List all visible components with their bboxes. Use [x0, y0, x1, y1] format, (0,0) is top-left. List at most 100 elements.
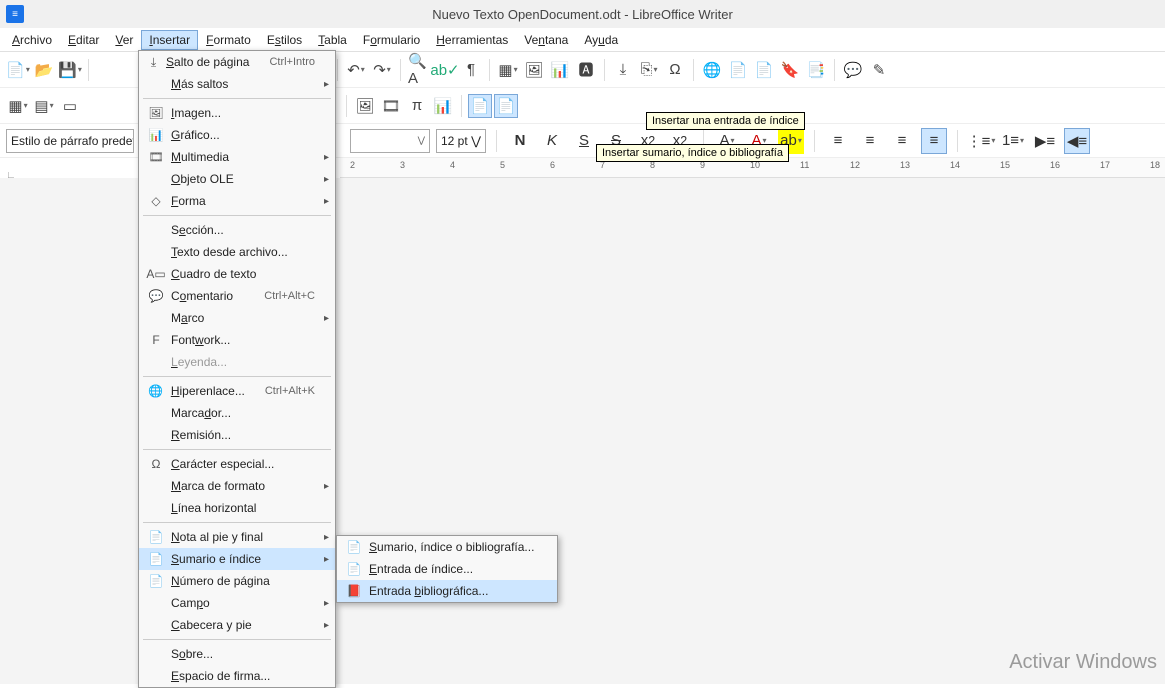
toc-submenu-item-1[interactable]: 📄Entrada de índice...: [337, 558, 557, 580]
insert-menu-item-0[interactable]: ⤓Salto de páginaCtrl+Intro: [139, 51, 335, 73]
insert-menu-item-5[interactable]: 🎞Multimedia: [139, 146, 335, 168]
menu-label: Marcador...: [171, 406, 315, 420]
align-left-button[interactable]: ≡: [825, 128, 851, 154]
menu-insertar[interactable]: Insertar: [141, 30, 198, 50]
decrease-indent-button[interactable]: ◀≡: [1064, 128, 1090, 154]
menu-accel: Ctrl+Intro: [269, 56, 315, 68]
insert-menu-item-12[interactable]: 💬ComentarioCtrl+Alt+C: [139, 285, 335, 307]
page-break-button[interactable]: ⤓: [611, 58, 635, 82]
insert-menu-item-14[interactable]: FFontwork...: [139, 329, 335, 351]
blank-icon: [145, 76, 167, 92]
menu-tabla[interactable]: Tabla: [310, 30, 355, 50]
page-break-icon: ⤓: [145, 54, 162, 70]
media-button[interactable]: 🎞: [379, 94, 403, 118]
section-button[interactable]: ▤: [32, 94, 56, 118]
shape-icon: ◇: [145, 193, 167, 209]
menu-ver[interactable]: Ver: [107, 30, 141, 50]
redo-button[interactable]: ↷: [370, 58, 394, 82]
underline-button[interactable]: S: [571, 128, 597, 154]
menu-editar[interactable]: Editar: [60, 30, 107, 50]
insert-menu-item-11[interactable]: A▭Cuadro de texto: [139, 263, 335, 285]
insert-menu-item-21[interactable]: ΩCarácter especial...: [139, 453, 335, 475]
toc-button[interactable]: 📄: [494, 94, 518, 118]
cross-ref-button[interactable]: 📑: [804, 58, 828, 82]
insert-menu-item-15: Leyenda...: [139, 351, 335, 373]
align-right-button[interactable]: ≡: [889, 128, 915, 154]
menu-label: Comentario: [171, 289, 244, 303]
font-name-select[interactable]: ⋁: [350, 129, 430, 153]
special-char-button[interactable]: Ω: [663, 58, 687, 82]
table-button[interactable]: ▦: [496, 58, 520, 82]
toc-icon: 📄: [145, 551, 167, 567]
track-changes-button[interactable]: ✎: [867, 58, 891, 82]
pilcrow-button[interactable]: ¶: [459, 58, 483, 82]
insert-menu-item-9[interactable]: Sección...: [139, 219, 335, 241]
insert-menu-item-28[interactable]: Campo: [139, 592, 335, 614]
menu-ventana[interactable]: Ventana: [516, 30, 576, 50]
menu-label: Número de página: [171, 574, 315, 588]
insert-menu-item-10[interactable]: Texto desde archivo...: [139, 241, 335, 263]
menu-archivo[interactable]: Archivo: [4, 30, 60, 50]
spellcheck-button[interactable]: ab✓: [433, 58, 457, 82]
insert-menu-item-17[interactable]: 🌐Hiperenlace...Ctrl+Alt+K: [139, 380, 335, 402]
insert-menu-item-1[interactable]: Más saltos: [139, 73, 335, 95]
menu-estilos[interactable]: Estilos: [259, 30, 310, 50]
insert-menu-item-27[interactable]: 📄Número de página: [139, 570, 335, 592]
menu-formato[interactable]: Formato: [198, 30, 259, 50]
open-button[interactable]: 📂: [32, 58, 56, 82]
menu-ayuda[interactable]: Ayuda: [576, 30, 626, 50]
bookmark-button[interactable]: 🔖: [778, 58, 802, 82]
insert-menu-item-31[interactable]: Sobre...: [139, 643, 335, 665]
toc-submenu-item-0[interactable]: 📄Sumario, índice o bibliografía...: [337, 536, 557, 558]
menu-label: Entrada de índice...: [369, 562, 537, 576]
undo-button[interactable]: ↶: [344, 58, 368, 82]
menu-label: Campo: [171, 596, 315, 610]
menu-label: Sobre...: [171, 647, 315, 661]
hyperlink-button[interactable]: 🌐: [700, 58, 724, 82]
menu-label: Sección...: [171, 223, 315, 237]
italic-button[interactable]: K: [539, 128, 565, 154]
align-justify-button[interactable]: ≡: [921, 128, 947, 154]
field-button[interactable]: ⎘: [637, 58, 661, 82]
insert-menu-item-4[interactable]: 📊Gráfico...: [139, 124, 335, 146]
find-button[interactable]: 🔍A: [407, 58, 431, 82]
number-list-button[interactable]: 1≡: [1000, 128, 1026, 154]
insert-menu-item-25[interactable]: 📄Nota al pie y final: [139, 526, 335, 548]
insert-menu-item-3[interactable]: 🖼Imagen...: [139, 102, 335, 124]
new-doc-button[interactable]: 📄: [6, 58, 30, 82]
align-center-button[interactable]: ≡: [857, 128, 883, 154]
insert-chart-button[interactable]: 📊: [548, 58, 572, 82]
paragraph-style-select[interactable]: Estilo de párrafo predete: [6, 129, 134, 153]
bullet-list-button[interactable]: ⋮≡: [968, 128, 994, 154]
insert-menu-item-13[interactable]: Marco: [139, 307, 335, 329]
index-entry-button[interactable]: 📄: [468, 94, 492, 118]
frame-button[interactable]: ▭: [58, 94, 82, 118]
footnote-button[interactable]: 📄: [726, 58, 750, 82]
endnote-button[interactable]: 📄: [752, 58, 776, 82]
insert-image-button[interactable]: 🖼: [522, 58, 546, 82]
increase-indent-button[interactable]: ▶≡: [1032, 128, 1058, 154]
bold-button[interactable]: N: [507, 128, 533, 154]
comment-button[interactable]: 💬: [841, 58, 865, 82]
blank-icon: [145, 222, 167, 238]
insert-menu-item-29[interactable]: Cabecera y pie: [139, 614, 335, 636]
formula-button[interactable]: π: [405, 94, 429, 118]
insert-menu-item-22[interactable]: Marca de formato: [139, 475, 335, 497]
insert-menu-item-26[interactable]: 📄Sumario e índice: [139, 548, 335, 570]
toc-submenu-item-2[interactable]: 📕Entrada bibliográfica...: [337, 580, 557, 602]
insert-menu-item-18[interactable]: Marcador...: [139, 402, 335, 424]
menu-label: Marca de formato: [171, 479, 315, 493]
insert-menu-item-19[interactable]: Remisión...: [139, 424, 335, 446]
insert-menu-item-7[interactable]: ◇Forma: [139, 190, 335, 212]
chart-button[interactable]: 📊: [431, 94, 455, 118]
table-grid-button[interactable]: ▦: [6, 94, 30, 118]
save-button[interactable]: 💾: [58, 58, 82, 82]
menu-formulario[interactable]: Formulario: [355, 30, 428, 50]
menu-herramientas[interactable]: Herramientas: [428, 30, 516, 50]
insert-menu-item-23[interactable]: Línea horizontal: [139, 497, 335, 519]
insert-textbox-button[interactable]: 🅰: [574, 58, 598, 82]
image-button[interactable]: 🖼: [353, 94, 377, 118]
insert-menu-item-6[interactable]: Objeto OLE: [139, 168, 335, 190]
menu-label: Nota al pie y final: [171, 530, 315, 544]
font-size-select[interactable]: 12 pt⋁: [436, 129, 486, 153]
